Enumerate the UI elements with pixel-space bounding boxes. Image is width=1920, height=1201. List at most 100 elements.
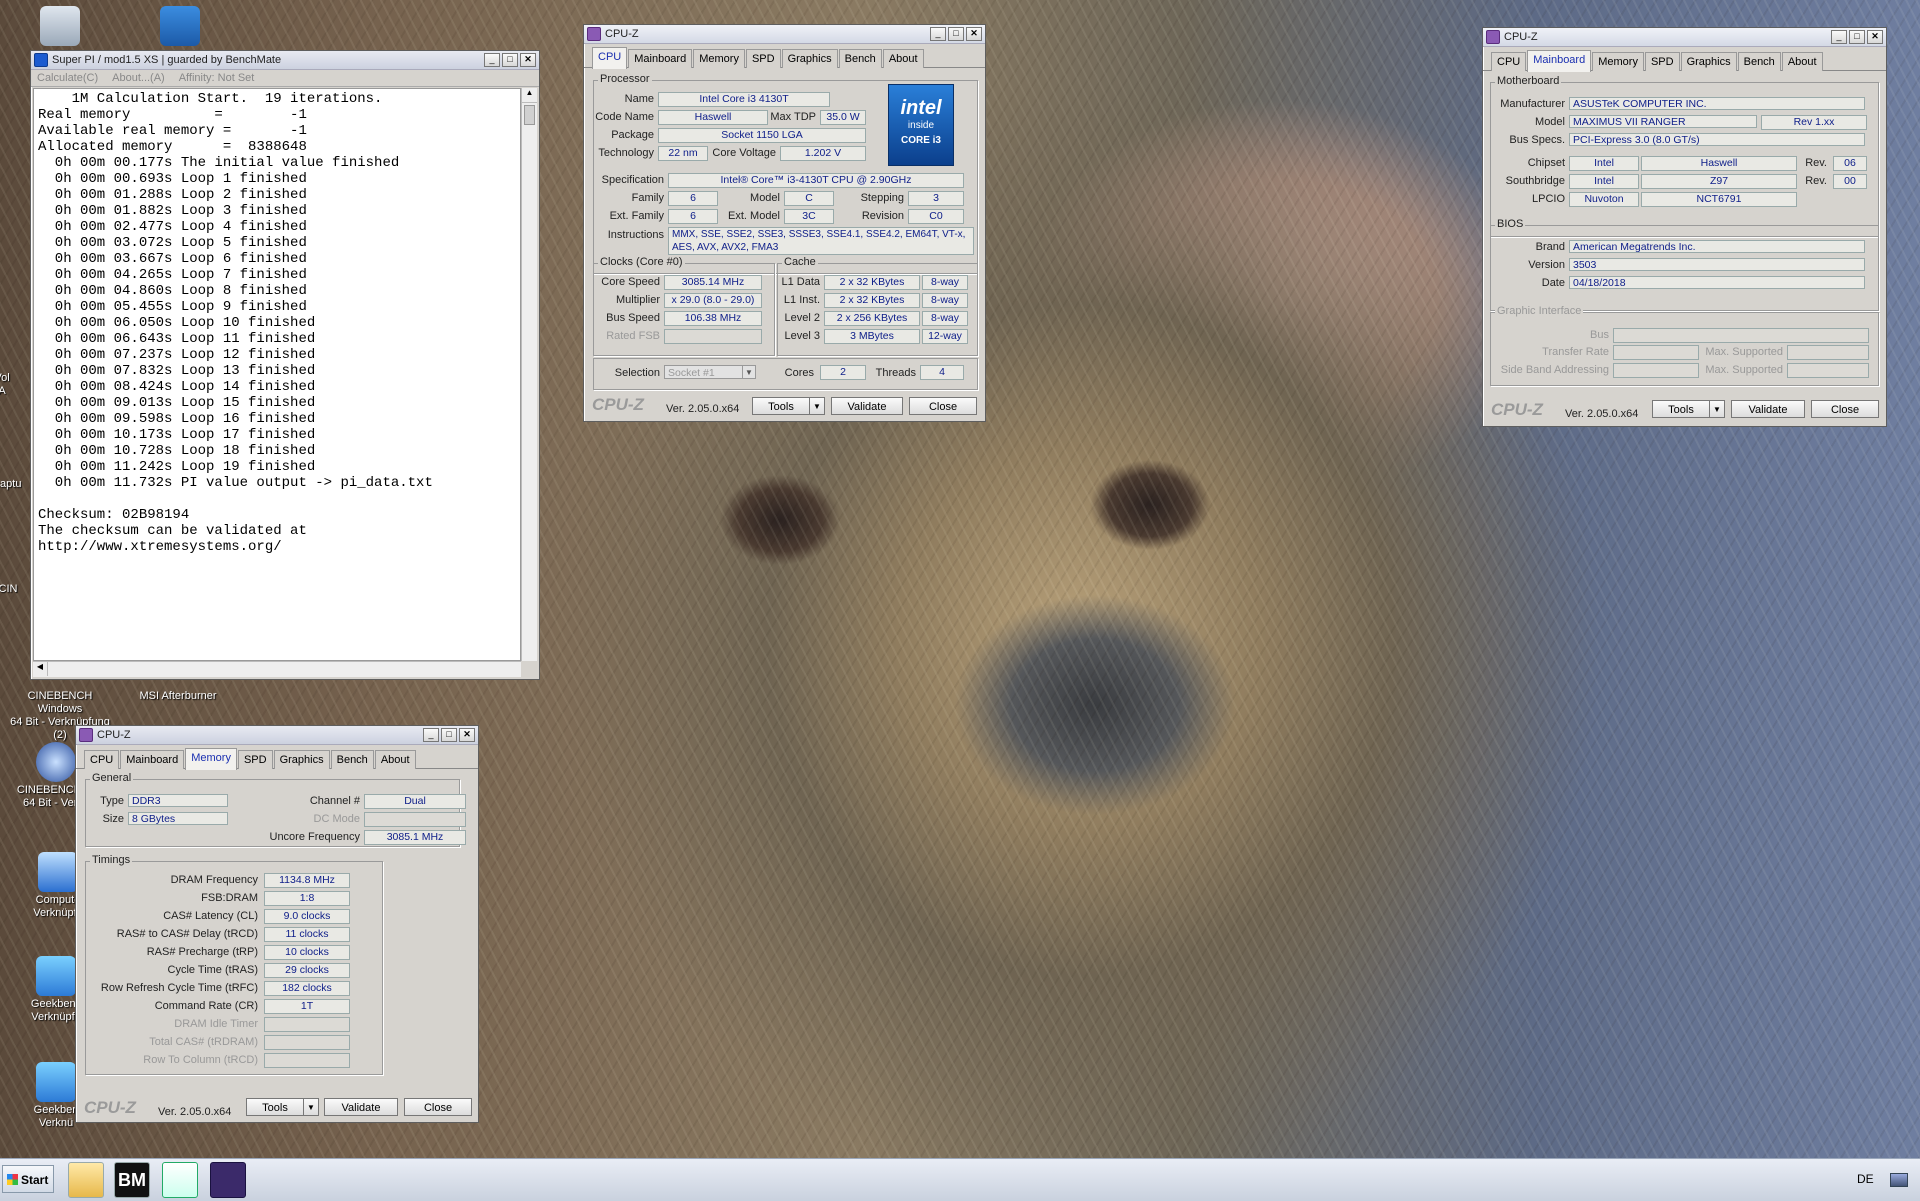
superpi-icon[interactable] (162, 1162, 198, 1198)
extfamily: 6 (668, 209, 718, 224)
tab-mainboard[interactable]: Mainboard (1527, 50, 1592, 72)
instructions: MMX, SSE, SSE2, SSE3, SSSE3, SSE4.1, SSE… (668, 227, 974, 255)
close-button[interactable]: ✕ (459, 728, 475, 742)
cpuz-cpu-window[interactable]: CPU-Z _ □ ✕ CPU Mainboard Memory SPD Gra… (583, 24, 986, 422)
corevoltage: 1.202 V (780, 146, 866, 161)
instructions-label: Instructions (607, 229, 664, 241)
menu-about[interactable]: About...(A) (112, 72, 165, 84)
family: 6 (668, 191, 718, 206)
busspeed-label: Bus Speed (606, 312, 660, 324)
scroll-up-icon[interactable]: ▲ (522, 88, 537, 103)
tab-cpu[interactable]: CPU (84, 750, 120, 769)
cpuz-titlebar[interactable]: CPU-Z _ □ ✕ (584, 25, 985, 44)
timing-value: 1134.8 MHz (264, 873, 350, 888)
tools-button[interactable]: Tools (246, 1098, 304, 1116)
close-button[interactable]: ✕ (1867, 30, 1883, 44)
tab-bench[interactable]: Bench (838, 49, 882, 68)
tools-dropdown-chevron-icon[interactable]: ▼ (1709, 400, 1725, 418)
tools-dropdown-chevron-icon[interactable]: ▼ (809, 397, 825, 415)
msi-afterburner-shortcut[interactable]: MSI Afterburner (128, 690, 228, 703)
close-dialog-button[interactable]: Close (1811, 400, 1879, 418)
tab-graphics[interactable]: Graphics (1680, 52, 1737, 71)
tab-spd[interactable]: SPD (745, 49, 781, 68)
validate-button[interactable]: Validate (1731, 400, 1805, 418)
extmodel: 3C (784, 209, 834, 224)
start-button[interactable]: Start (2, 1165, 54, 1193)
tools-dropdown-chevron-icon[interactable]: ▼ (303, 1098, 319, 1116)
cpuz-icon[interactable] (210, 1162, 246, 1198)
tab-memory[interactable]: Memory (185, 748, 237, 770)
tools-button[interactable]: Tools (752, 397, 810, 415)
tab-about[interactable]: About (374, 750, 416, 769)
socket-select[interactable]: Socket #1 ▼ (664, 365, 756, 379)
gi-transfer-label: Transfer Rate (1542, 346, 1609, 358)
minimize-button[interactable]: _ (1831, 30, 1847, 44)
close-button[interactable]: ✕ (966, 27, 982, 41)
version-label: Ver. 2.05.0.x64 (666, 403, 740, 415)
dcmode-label: DC Mode (313, 813, 360, 825)
menu-calculate[interactable]: Calculate(C) (37, 72, 98, 84)
tab-cpu[interactable]: CPU (1491, 52, 1527, 71)
menu-affinity[interactable]: Affinity: Not Set (179, 72, 255, 84)
tab-graphics[interactable]: Graphics (273, 750, 330, 769)
cpuz-titlebar[interactable]: CPU-Z _ □ ✕ (1483, 28, 1886, 47)
tab-spd[interactable]: SPD (1644, 52, 1680, 71)
cores: 2 (820, 365, 866, 380)
tab-mainboard[interactable]: Mainboard (120, 750, 185, 769)
window-title: Super PI / mod1.5 XS | guarded by BenchM… (52, 54, 282, 66)
benchmark-chart-icon[interactable] (130, 6, 230, 48)
maximize-button[interactable]: □ (1849, 30, 1865, 44)
maximize-button[interactable]: □ (441, 728, 457, 742)
tab-memory[interactable]: Memory (1592, 52, 1644, 71)
benchmate-icon[interactable]: BM (114, 1162, 150, 1198)
bios-brand: American Megatrends Inc. (1569, 240, 1865, 253)
ratedfsb (664, 329, 762, 344)
southbridge-label: Southbridge (1505, 175, 1565, 187)
network-tray-icon[interactable] (1890, 1173, 1908, 1187)
minimize-button[interactable]: _ (423, 728, 439, 742)
close-dialog-button[interactable]: Close (909, 397, 977, 415)
maximize-button[interactable]: □ (502, 53, 518, 67)
maximize-button[interactable]: □ (948, 27, 964, 41)
minimize-button[interactable]: _ (930, 27, 946, 41)
folder-icon[interactable] (68, 1162, 104, 1198)
validate-button[interactable]: Validate (324, 1098, 398, 1116)
scroll-left-icon[interactable]: ◀ (33, 662, 48, 676)
scroll-thumb[interactable] (524, 105, 535, 125)
recycle-bin-icon[interactable] (10, 6, 110, 48)
multiplier: x 29.0 (8.0 - 29.0) (664, 293, 762, 308)
uncore-label: Uncore Frequency (269, 831, 361, 843)
cpuz-titlebar[interactable]: CPU-Z _ □ ✕ (76, 726, 478, 745)
validate-button[interactable]: Validate (831, 397, 903, 415)
southbridge-vendor: Intel (1569, 174, 1639, 189)
superpi-window[interactable]: Super PI / mod1.5 XS | guarded by BenchM… (30, 50, 540, 680)
cpuz-memory-window[interactable]: CPU-Z _ □ ✕ CPU Mainboard Memory SPD Gra… (75, 725, 479, 1123)
gi-sideband-maxsup (1787, 363, 1869, 378)
tab-memory[interactable]: Memory (693, 49, 745, 68)
chipset-rev-label: Rev. (1805, 157, 1827, 169)
superpi-titlebar[interactable]: Super PI / mod1.5 XS | guarded by BenchM… (31, 51, 539, 70)
tab-graphics[interactable]: Graphics (781, 49, 838, 68)
tab-spd[interactable]: SPD (237, 750, 273, 769)
tab-bench[interactable]: Bench (1737, 52, 1781, 71)
group-label: Processor (598, 73, 652, 85)
processor-group: Processor Name Intel Core i3 4130T Code … (593, 73, 978, 274)
close-button[interactable]: ✕ (520, 53, 536, 67)
group-label: BIOS (1495, 218, 1526, 230)
timing-value: 1T (264, 999, 350, 1014)
tools-button[interactable]: Tools (1652, 400, 1710, 418)
minimize-button[interactable]: _ (484, 53, 500, 67)
vertical-scrollbar[interactable]: ▲ (521, 88, 537, 661)
horizontal-scrollbar[interactable]: ◀ (33, 661, 521, 677)
tab-bench[interactable]: Bench (330, 750, 374, 769)
cpuz-mainboard-window[interactable]: CPU-Z _ □ ✕ CPU Mainboard Memory SPD Gra… (1482, 27, 1887, 427)
tab-about[interactable]: About (1781, 52, 1823, 71)
tab-about[interactable]: About (882, 49, 924, 68)
clocks-group: Clocks (Core #0) Core Speed 3085.14 MHz … (593, 256, 775, 356)
desktop-icon-vol[interactable]: Vol A (0, 372, 32, 398)
close-dialog-button[interactable]: Close (404, 1098, 472, 1116)
timing-value (264, 1053, 350, 1068)
language-indicator[interactable]: DE (1857, 1172, 1874, 1186)
tab-cpu[interactable]: CPU (592, 47, 628, 69)
tab-mainboard[interactable]: Mainboard (628, 49, 693, 68)
